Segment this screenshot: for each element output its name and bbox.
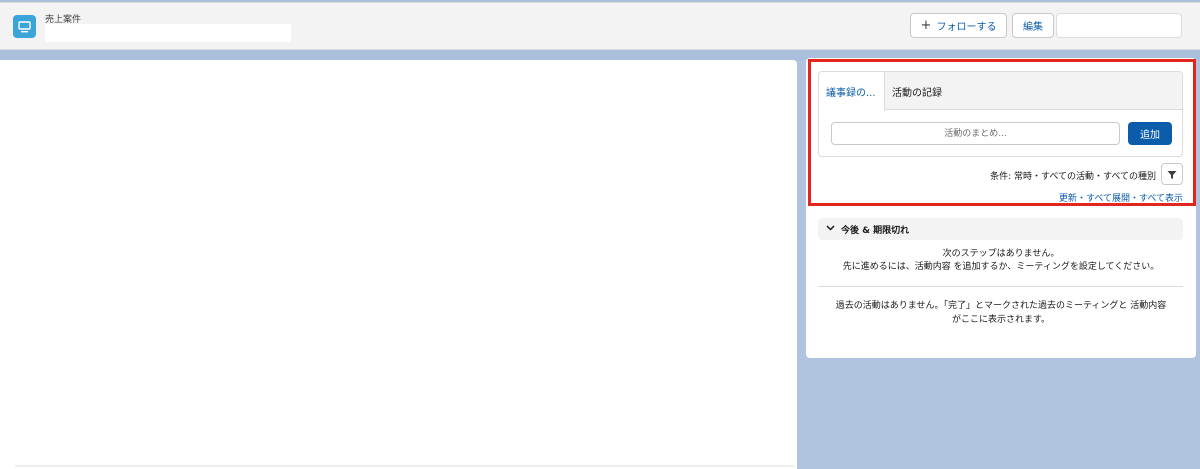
- tab-log-activity[interactable]: 活動の記録: [885, 72, 1005, 111]
- link-separator: ・: [1129, 194, 1139, 203]
- main-content-panel: [0, 60, 797, 469]
- filter-button[interactable]: [1161, 163, 1183, 185]
- add-button[interactable]: 追加: [1128, 122, 1172, 145]
- link-separator: ・: [1076, 194, 1086, 203]
- record-header: 売上案件 + フォローする 編集: [0, 2, 1200, 50]
- upcoming-section-title: 今後 & 期限切れ: [841, 225, 910, 236]
- edit-button-label: 編集: [1023, 22, 1043, 33]
- tab-meeting-notes[interactable]: 議事録の...: [819, 72, 885, 111]
- activity-summary-input[interactable]: [831, 122, 1120, 145]
- show-all-link[interactable]: すべて表示: [1139, 194, 1183, 203]
- filter-icon: [1167, 165, 1177, 184]
- past-activity-hint-text: がここに表示されます。: [951, 315, 1051, 325]
- more-actions-button[interactable]: [1056, 13, 1182, 38]
- tab-label: 議事録の...: [826, 88, 876, 99]
- tab-label: 活動の記録: [892, 88, 942, 99]
- filter-conditions: 条件: 常時・すべての活動・すべての種別: [990, 172, 1156, 182]
- section-divider: [818, 286, 1183, 287]
- main-panel-divider: [15, 465, 795, 467]
- edit-button[interactable]: 編集: [1012, 13, 1054, 38]
- expand-all-link[interactable]: すべて展開: [1086, 194, 1130, 203]
- activity-composer: 議事録の... 活動の記録 追加: [818, 71, 1183, 157]
- no-past-activity-text: 過去の活動はありません。「完了」とマークされた過去のミーティングと 活動内容: [835, 301, 1167, 311]
- refresh-link[interactable]: 更新: [1059, 194, 1077, 203]
- activity-tab-bar: 議事録の... 活動の記録: [819, 72, 1182, 111]
- upcoming-section-header[interactable]: 今後 & 期限切れ: [818, 218, 1183, 240]
- next-steps-hint-text: 先に進めるには、活動内容 を追加するか、ミーティングを設定してください。: [842, 262, 1160, 272]
- add-button-label: 追加: [1140, 130, 1160, 141]
- follow-button-label: フォローする: [936, 22, 997, 33]
- plus-icon: +: [920, 18, 932, 33]
- monitor-icon: [13, 15, 36, 38]
- follow-button[interactable]: + フォローする: [910, 13, 1007, 38]
- no-next-steps-text: 次のステップはありません。: [942, 249, 1060, 259]
- record-name: [45, 24, 291, 42]
- activity-links: 更新・すべて展開・すべて表示: [1000, 191, 1183, 203]
- chevron-down-icon: [826, 224, 835, 234]
